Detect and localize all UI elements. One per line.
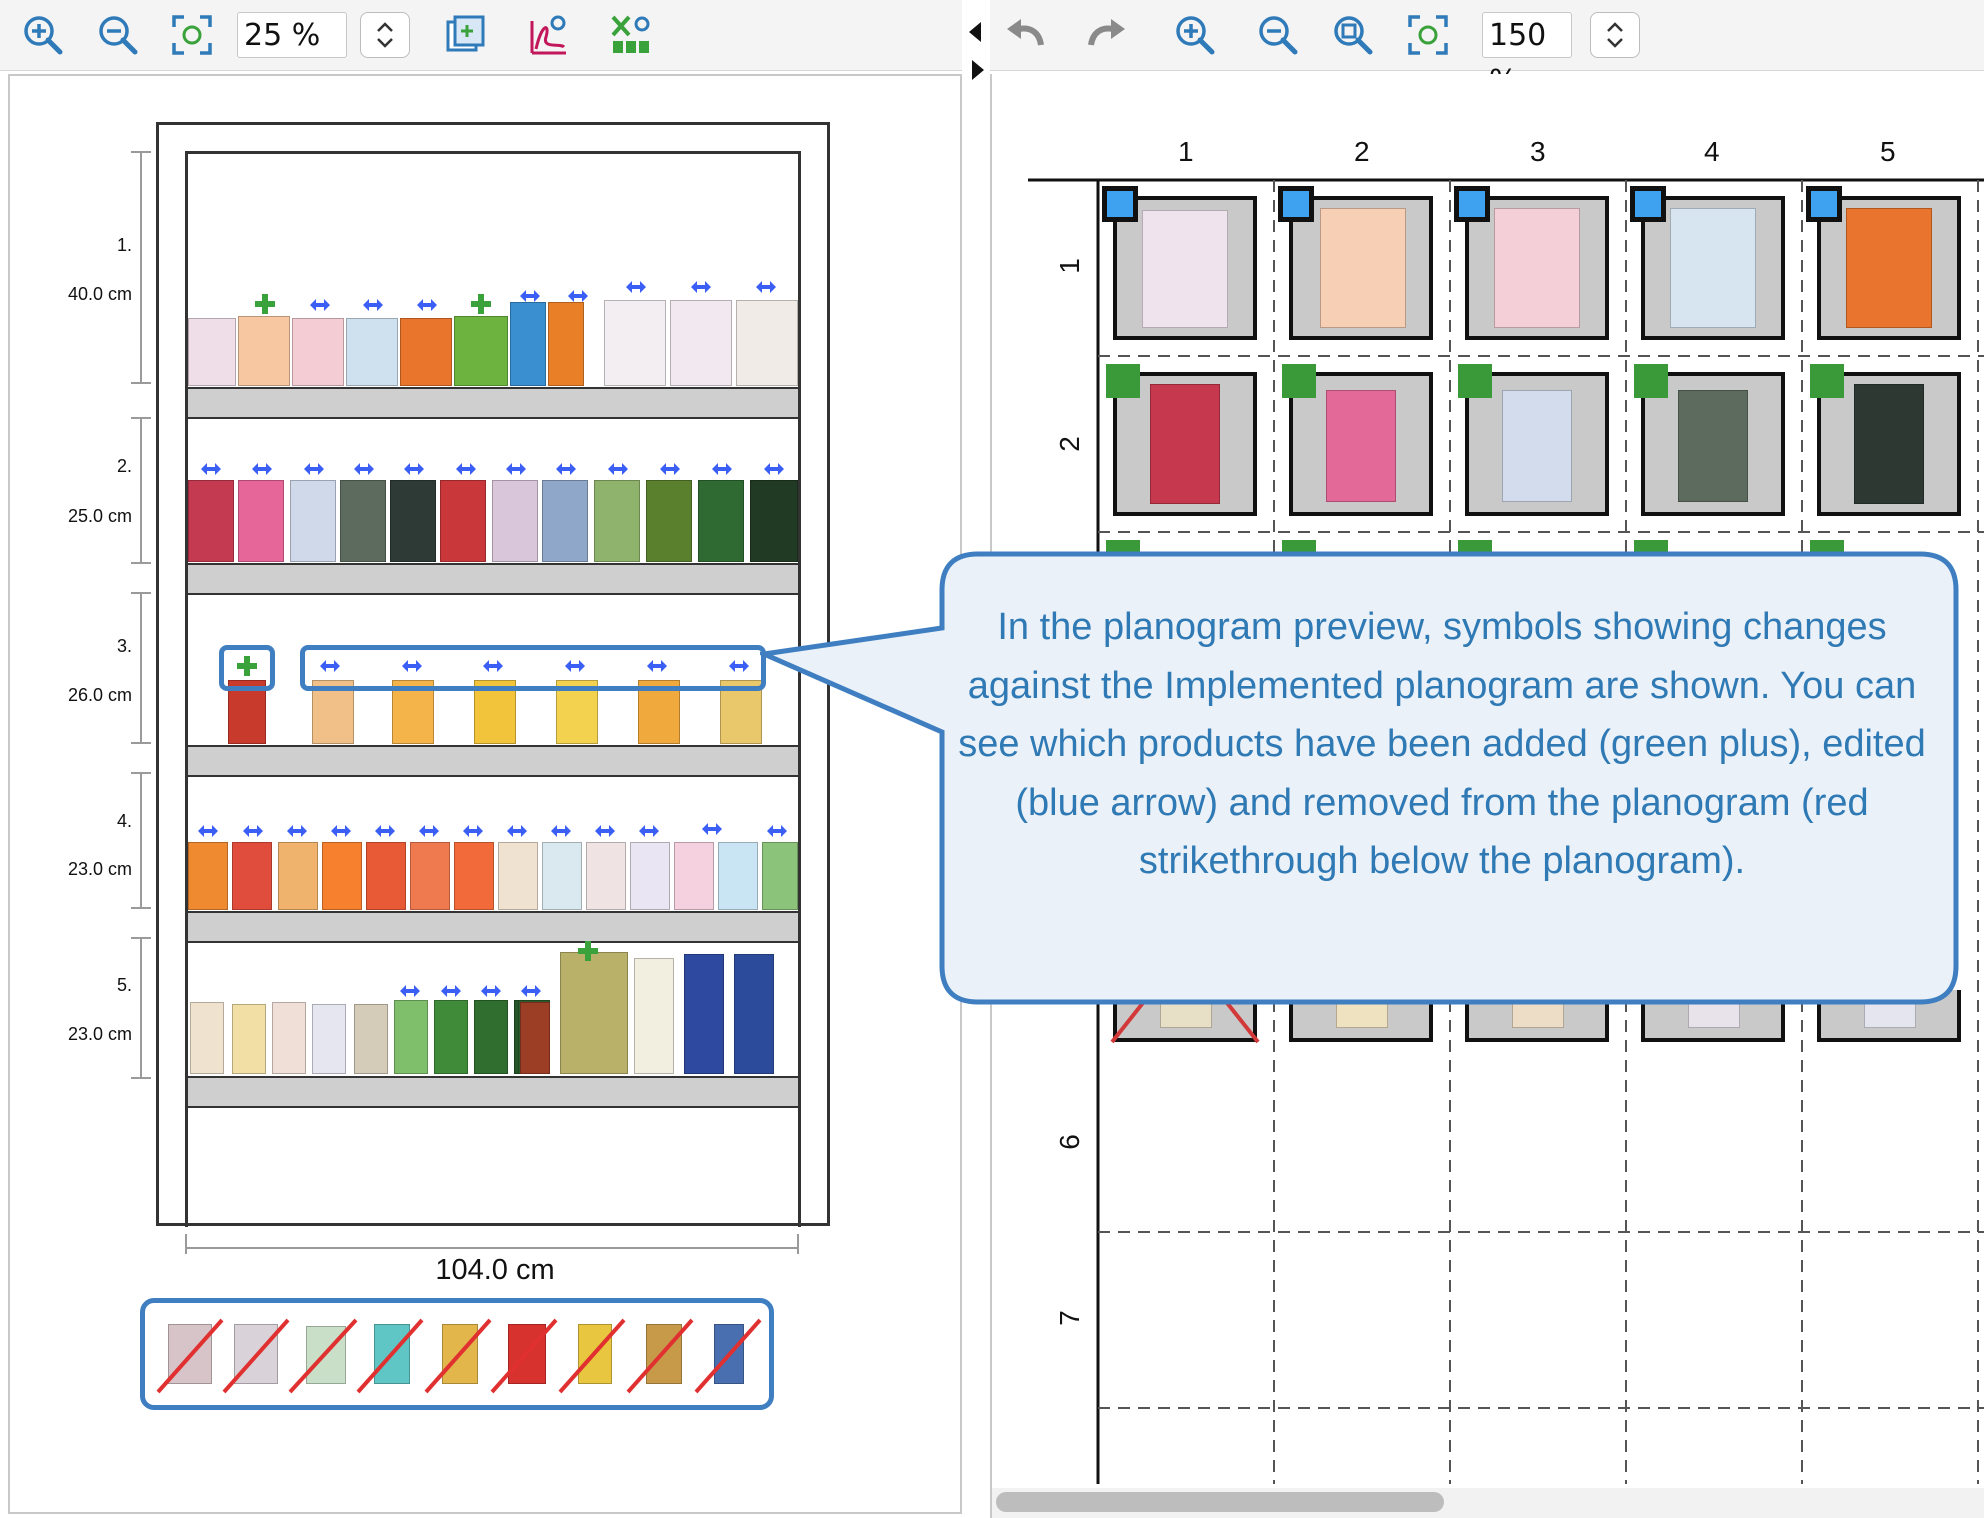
strikethrough-icon	[424, 1318, 492, 1394]
grid-product[interactable]	[1150, 384, 1220, 504]
right-zoom-out-icon[interactable]	[1253, 10, 1303, 60]
added-marker-icon	[1810, 364, 1844, 398]
grid-product[interactable]	[1670, 208, 1756, 328]
strikethrough-icon	[288, 1318, 358, 1394]
grid-product[interactable]	[1142, 210, 1228, 328]
undo-icon[interactable]	[1000, 10, 1050, 60]
strikethrough-icon	[222, 1318, 290, 1394]
edited-marker-icon	[1278, 186, 1314, 222]
added-marker-icon	[1458, 364, 1492, 398]
strikethrough-icon	[490, 1318, 558, 1394]
strikethrough-icon	[626, 1318, 694, 1394]
grid-product[interactable]	[1502, 390, 1572, 502]
grid-product[interactable]	[1846, 208, 1932, 328]
right-toolbar: 150 %	[990, 0, 1984, 99]
grid-product[interactable]	[1320, 208, 1406, 328]
collapse-left-icon[interactable]	[969, 22, 981, 42]
grid-product[interactable]	[1326, 390, 1396, 502]
right-zoom-in-icon[interactable]	[1170, 10, 1220, 60]
collapse-right-icon[interactable]	[972, 60, 984, 80]
right-zoom-stepper[interactable]	[1590, 12, 1640, 58]
added-marker-icon	[1634, 364, 1668, 398]
zoom-actual-size-icon[interactable]	[1328, 10, 1378, 60]
grid-product[interactable]	[1494, 208, 1580, 328]
added-marker-icon	[1106, 364, 1140, 398]
callout-text: In the planogram preview, symbols showin…	[958, 606, 1926, 882]
edited-marker-icon	[1630, 186, 1666, 222]
strikethrough-icon	[156, 1318, 224, 1394]
strikethrough-icon	[356, 1318, 424, 1394]
strikethrough-icon	[558, 1318, 626, 1394]
edited-marker-icon	[1806, 186, 1842, 222]
right-zoom-field[interactable]: 150 %	[1482, 12, 1572, 99]
strikethrough-icon	[694, 1318, 762, 1394]
redo-icon[interactable]	[1082, 10, 1132, 60]
edited-marker-icon	[1454, 186, 1490, 222]
edited-marker-icon	[1102, 186, 1138, 222]
right-fit-to-screen-icon[interactable]	[1403, 10, 1453, 60]
added-marker-icon	[1282, 364, 1316, 398]
grid-product[interactable]	[1678, 390, 1748, 502]
grid-product[interactable]	[1854, 384, 1924, 504]
stepper-arrows-icon	[1607, 22, 1623, 48]
horizontal-scrollbar-thumb[interactable]	[996, 1492, 1444, 1512]
